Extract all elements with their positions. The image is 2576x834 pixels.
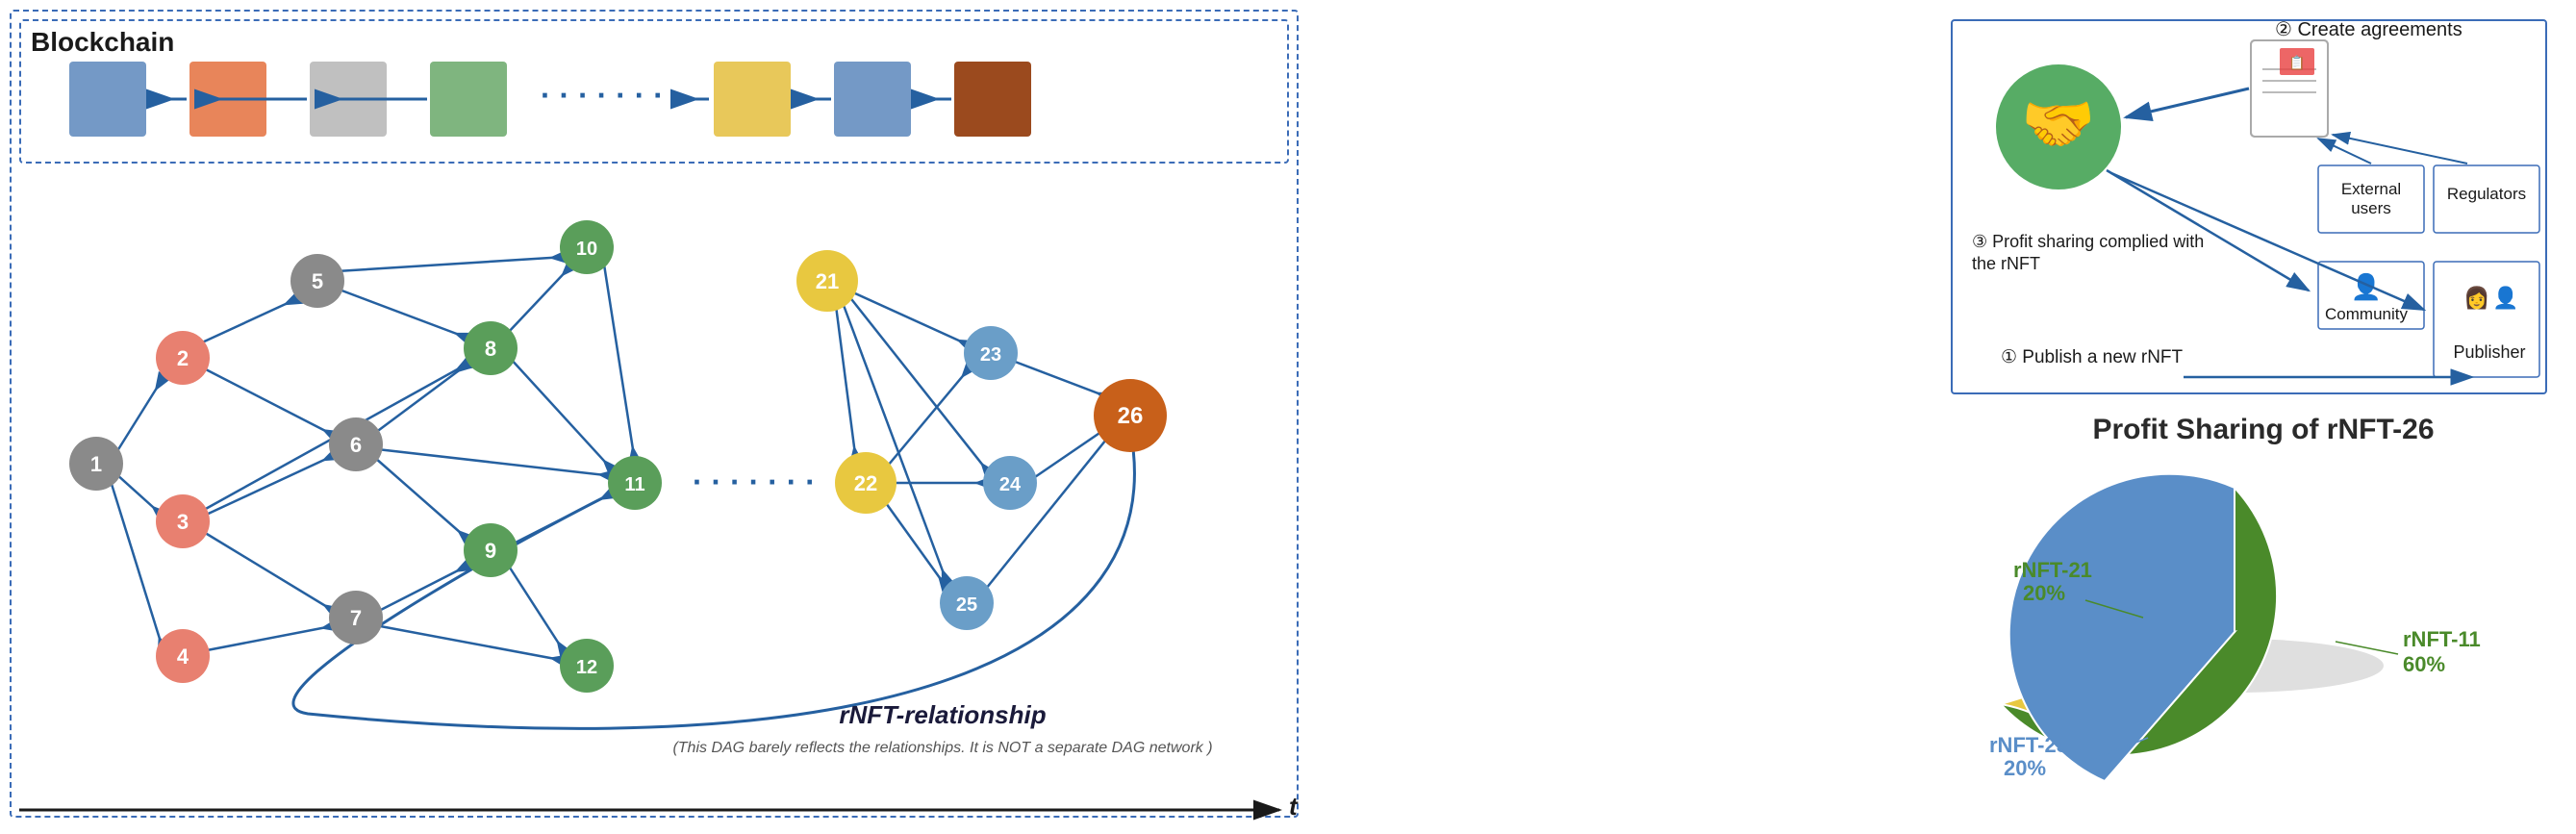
svg-text:21: 21 [816, 269, 839, 293]
svg-text:② Create agreements: ② Create agreements [2275, 21, 2462, 40]
svg-text:4: 4 [177, 644, 189, 669]
svg-text:60%: 60% [2403, 652, 2445, 676]
timeline-svg: t [10, 796, 1299, 824]
svg-text:6: 6 [350, 433, 362, 457]
right-top-area: 🤝 📋 ② Create agreements External use [1326, 10, 2566, 414]
svg-text:20%: 20% [2023, 581, 2065, 605]
svg-text:External: External [2341, 180, 2401, 198]
svg-text:1: 1 [90, 452, 102, 476]
svg-text:12: 12 [576, 657, 597, 678]
svg-text:rNFT-11: rNFT-11 [2403, 627, 2481, 651]
main-container: Blockchain [0, 0, 2576, 834]
svg-text:Community: Community [2325, 305, 2408, 323]
dag-svg: · · · · · · · [19, 175, 1289, 810]
svg-text:9: 9 [485, 539, 496, 563]
blockchain-svg: · · · · · · · [21, 21, 1287, 162]
svg-text:the rNFT: the rNFT [1972, 254, 2040, 273]
svg-text:③ Profit sharing complied with: ③ Profit sharing complied with [1972, 232, 2204, 251]
svg-text:20%: 20% [2004, 756, 2046, 780]
dag-section: · · · · · · · [19, 175, 1289, 810]
svg-text:rNFT-21: rNFT-21 [2013, 558, 2092, 582]
svg-text:2: 2 [177, 346, 189, 370]
svg-text:users: users [2351, 199, 2391, 217]
svg-text:rNFT-25: rNFT-25 [1989, 733, 2068, 757]
svg-text:👤: 👤 [2492, 286, 2518, 310]
svg-text:7: 7 [350, 606, 362, 630]
svg-text:👩: 👩 [2463, 286, 2489, 310]
svg-text:📋: 📋 [2288, 55, 2305, 71]
svg-text:25: 25 [956, 594, 977, 616]
svg-text:· · · · · · ·: · · · · · · · [693, 465, 816, 499]
svg-text:👤: 👤 [2351, 272, 2382, 301]
timeline-label: t [1289, 796, 1299, 821]
svg-text:26: 26 [1118, 403, 1144, 429]
svg-text:Publisher: Publisher [2453, 342, 2525, 362]
pie-chart-svg: rNFT-11 60% rNFT-21 20% rNFT-25 20% [1960, 454, 2566, 810]
svg-text:🤝: 🤝 [2021, 91, 2095, 158]
svg-text:rNFT-relationship: rNFT-relationship [839, 700, 1046, 729]
svg-text:· · · · · · ·: · · · · · · · [541, 78, 664, 113]
blockchain-label: Blockchain [31, 27, 174, 58]
svg-text:11: 11 [624, 474, 644, 495]
svg-text:3: 3 [177, 510, 189, 534]
svg-text:8: 8 [485, 337, 496, 361]
svg-text:Regulators: Regulators [2447, 185, 2526, 203]
svg-text:10: 10 [576, 239, 597, 260]
agreement-svg: 🤝 📋 ② Create agreements External use [1953, 21, 2549, 396]
svg-text:24: 24 [999, 474, 1022, 495]
pie-section: Profit Sharing of rNFT-26 rNFT-11 60% [1960, 414, 2566, 818]
pie-title: Profit Sharing of rNFT-26 [1960, 414, 2566, 446]
blockchain-section: Blockchain [19, 19, 1289, 164]
svg-text:① Publish a new rNFT: ① Publish a new rNFT [2001, 347, 2184, 367]
svg-text:(This DAG barely reflects the: (This DAG barely reflects the relationsh… [672, 740, 1212, 756]
svg-text:23: 23 [980, 344, 1001, 366]
left-diagram-area: Blockchain [10, 10, 1299, 818]
svg-text:5: 5 [312, 269, 323, 293]
agreement-box: 🤝 📋 ② Create agreements External use [1951, 19, 2547, 394]
svg-text:22: 22 [854, 471, 877, 495]
